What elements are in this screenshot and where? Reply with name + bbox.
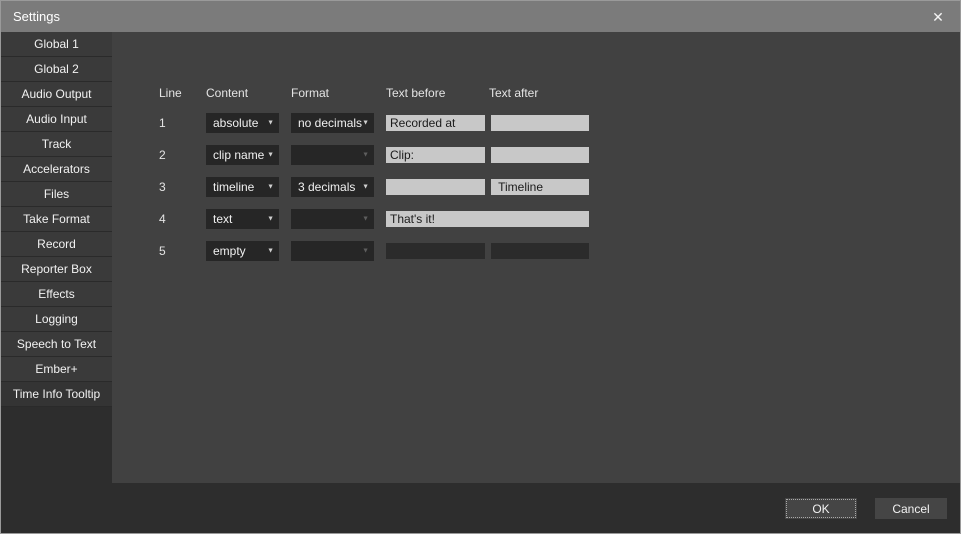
- chevron-down-icon: ▼: [362, 152, 369, 159]
- text-before-input-row-5: [386, 243, 485, 259]
- content-dropdown-row-2[interactable]: clip name▼: [206, 145, 279, 165]
- sidebar-item-audio-output[interactable]: Audio Output: [1, 82, 112, 107]
- format-dropdown-row-3[interactable]: 3 decimals ▼: [291, 177, 374, 197]
- line-number: 1: [159, 116, 166, 130]
- format-dropdown-row-2: ▼: [291, 145, 374, 165]
- content-dropdown-row-4-value: text: [213, 209, 232, 229]
- tooltip-line-row-1: 1absolute▼no decimals▼: [112, 113, 960, 135]
- sidebar-item-effects[interactable]: Effects: [1, 282, 112, 307]
- column-header-line: Line: [159, 86, 182, 100]
- content-dropdown-row-4[interactable]: text ▼: [206, 209, 279, 229]
- close-button[interactable]: ✕: [922, 1, 954, 32]
- footer-bar: OK Cancel: [1, 483, 960, 533]
- close-icon: ✕: [932, 9, 944, 25]
- ok-button[interactable]: OK: [785, 498, 857, 519]
- column-header-text-after: Text after: [489, 86, 538, 100]
- content-dropdown-row-3[interactable]: timeline ▼: [206, 177, 279, 197]
- sidebar-item-global-2[interactable]: Global 2: [1, 57, 112, 82]
- text-before-input-row-2[interactable]: [386, 147, 485, 163]
- content-dropdown-row-5-value: empty: [213, 241, 246, 261]
- sidebar-item-logging[interactable]: Logging: [1, 307, 112, 332]
- text-after-input-row-5: [491, 243, 589, 259]
- tooltip-line-row-5: 5 empty ▼ ▼: [112, 241, 960, 263]
- tooltip-line-row-2: 2clip name▼▼: [112, 145, 960, 167]
- chevron-down-icon: ▼: [267, 248, 274, 255]
- sidebar-item-ember[interactable]: Ember+: [1, 357, 112, 382]
- tooltip-line-row-3: 3 timeline ▼ 3 decimals ▼: [112, 177, 960, 199]
- sidebar-item-accelerators[interactable]: Accelerators: [1, 157, 112, 182]
- text-before-input-row-3[interactable]: [386, 179, 485, 195]
- content-dropdown-row-1-value: absolute: [213, 113, 258, 133]
- column-header-text-before: Text before: [386, 86, 445, 100]
- sidebar: Global 1Global 2Audio OutputAudio InputT…: [1, 32, 112, 483]
- cancel-button[interactable]: Cancel: [875, 498, 947, 519]
- column-header-format: Format: [291, 86, 329, 100]
- sidebar-item-record[interactable]: Record: [1, 232, 112, 257]
- titlebar[interactable]: Settings ✕: [1, 1, 960, 32]
- content-dropdown-row-2-value: clip name: [213, 145, 264, 165]
- sidebar-item-take-format[interactable]: Take Format: [1, 207, 112, 232]
- text-after-input-row-1[interactable]: [491, 115, 589, 131]
- format-dropdown-row-1[interactable]: no decimals▼: [291, 113, 374, 133]
- time-info-tooltip-panel: Line Content Format Text before Text aft…: [112, 32, 960, 484]
- text-before-input-row-1[interactable]: [386, 115, 485, 131]
- format-dropdown-row-5: ▼: [291, 241, 374, 261]
- line-number: 5: [159, 244, 166, 258]
- sidebar-item-speech-to-text[interactable]: Speech to Text: [1, 332, 112, 357]
- sidebar-item-global-1[interactable]: Global 1: [1, 32, 112, 57]
- tooltip-line-row-4: 4 text ▼ ▼: [112, 209, 960, 231]
- content-dropdown-row-3-value: timeline: [213, 177, 254, 197]
- sidebar-item-time-info-tooltip[interactable]: Time Info Tooltip: [1, 382, 112, 407]
- line-number: 3: [159, 180, 166, 194]
- sidebar-item-track[interactable]: Track: [1, 132, 112, 157]
- format-dropdown-row-3-value: 3 decimals: [298, 177, 355, 197]
- line-number: 4: [159, 212, 166, 226]
- content-dropdown-row-1[interactable]: absolute ▼: [206, 113, 279, 133]
- format-dropdown-row-4: ▼: [291, 209, 374, 229]
- chevron-down-icon: ▼: [267, 120, 274, 127]
- format-dropdown-row-1-value: no decimals: [298, 113, 362, 133]
- text-input-row-4[interactable]: [386, 211, 589, 227]
- sidebar-item-reporter-box[interactable]: Reporter Box: [1, 257, 112, 282]
- sidebar-item-files[interactable]: Files: [1, 182, 112, 207]
- chevron-down-icon: ▼: [267, 152, 274, 159]
- chevron-down-icon: ▼: [267, 216, 274, 223]
- chevron-down-icon: ▼: [362, 120, 369, 127]
- content-dropdown-row-5[interactable]: empty ▼: [206, 241, 279, 261]
- sidebar-item-audio-input[interactable]: Audio Input: [1, 107, 112, 132]
- chevron-down-icon: ▼: [362, 248, 369, 255]
- settings-dialog: Settings ✕ Global 1Global 2Audio OutputA…: [0, 0, 961, 534]
- chevron-down-icon: ▼: [362, 216, 369, 223]
- chevron-down-icon: ▼: [362, 184, 369, 191]
- text-after-input-row-3[interactable]: [491, 179, 589, 195]
- window-title: Settings: [13, 1, 60, 32]
- column-header-content: Content: [206, 86, 248, 100]
- chevron-down-icon: ▼: [267, 184, 274, 191]
- text-after-input-row-2[interactable]: [491, 147, 589, 163]
- line-number: 2: [159, 148, 166, 162]
